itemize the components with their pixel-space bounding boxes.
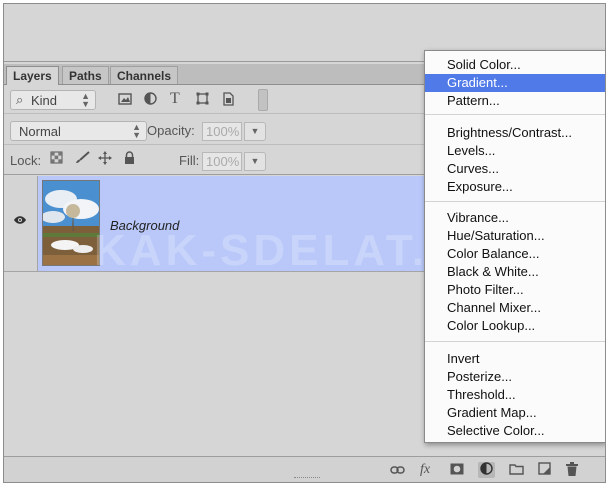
menu-item-invert[interactable]: Invert [425, 350, 605, 368]
layer-visibility-toggle[interactable] [4, 176, 38, 271]
fill-field[interactable]: 100% [202, 152, 242, 171]
search-icon: ⌕ [16, 92, 24, 107]
menu-item-channel-mixer[interactable]: Channel Mixer... [425, 299, 605, 317]
menu-item-color-balance[interactable]: Color Balance... [425, 245, 605, 263]
menu-separator [425, 341, 605, 342]
blend-mode-select[interactable]: Normal ▲ ▼ [10, 121, 147, 141]
new-group-icon[interactable] [509, 462, 524, 478]
adjustment-filter-icon[interactable] [144, 92, 157, 108]
lock-all-padlock-icon[interactable] [124, 151, 135, 168]
tab-layers[interactable]: Layers [6, 66, 59, 85]
stepper-arrows-icon: ▲ ▼ [81, 91, 90, 109]
menu-item-threshold[interactable]: Threshold... [425, 386, 605, 404]
stepper-arrows-icon: ▲ ▼ [132, 122, 141, 140]
opacity-dropdown-button[interactable]: ▼ [244, 122, 266, 141]
menu-item-solid-color[interactable]: Solid Color... [425, 56, 605, 74]
fx-icon[interactable]: fx [420, 462, 430, 478]
smart-object-filter-icon[interactable] [222, 92, 235, 109]
tab-channels[interactable]: Channels [110, 66, 179, 84]
image-filter-icon[interactable] [118, 92, 132, 108]
delete-layer-icon[interactable] [566, 462, 578, 479]
menu-item-vibrance[interactable]: Vibrance... [425, 209, 605, 227]
resize-grip[interactable] [294, 477, 320, 482]
lock-transparent-pixels-icon[interactable] [50, 151, 63, 167]
adjustment-layer-menu: Solid Color... Gradient... Pattern... Br… [424, 50, 605, 443]
layers-bottom-toolbar: fx [4, 456, 605, 482]
layer-thumbnail-image [42, 180, 100, 266]
menu-item-gradient-map[interactable]: Gradient Map... [425, 404, 605, 422]
shape-filter-icon[interactable] [196, 92, 209, 108]
menu-item-brightness-contrast[interactable]: Brightness/Contrast... [425, 124, 605, 142]
menu-item-curves[interactable]: Curves... [425, 160, 605, 178]
eye-icon [14, 216, 26, 224]
blend-mode-value: Normal [19, 124, 61, 139]
new-layer-icon[interactable] [538, 462, 551, 478]
lock-position-move-icon[interactable] [98, 151, 112, 168]
new-adjustment-layer-icon[interactable] [478, 462, 495, 478]
kind-filter-label: Kind [31, 93, 58, 108]
fill-dropdown-button[interactable]: ▼ [244, 152, 266, 171]
menu-item-posterize[interactable]: Posterize... [425, 368, 605, 386]
opacity-field[interactable]: 100% [202, 122, 242, 141]
menu-item-photo-filter[interactable]: Photo Filter... [425, 281, 605, 299]
link-layers-icon[interactable] [390, 462, 405, 478]
menu-separator [425, 114, 605, 115]
layers-panel-window: Layers Paths Channels ⌕ Kind ▲ ▼ T Normal… [3, 3, 606, 483]
type-filter-icon[interactable]: T [170, 90, 180, 108]
tab-paths[interactable]: Paths [62, 66, 109, 84]
menu-item-color-lookup[interactable]: Color Lookup... [425, 317, 605, 335]
add-mask-icon[interactable] [450, 462, 464, 478]
opacity-label: Opacity: [147, 123, 195, 138]
menu-separator [425, 201, 605, 202]
lock-label: Lock: [10, 153, 42, 168]
menu-item-levels[interactable]: Levels... [425, 142, 605, 160]
lock-image-pixels-brush-icon[interactable] [74, 151, 90, 167]
kind-filter-select[interactable]: ⌕ Kind ▲ ▼ [10, 90, 96, 110]
menu-item-selective-color[interactable]: Selective Color... [425, 422, 605, 440]
menu-item-black-white[interactable]: Black & White... [425, 263, 605, 281]
menu-item-pattern[interactable]: Pattern... [425, 92, 605, 110]
menu-item-hue-saturation[interactable]: Hue/Saturation... [425, 227, 605, 245]
menu-item-gradient[interactable]: Gradient... [425, 74, 605, 92]
fill-label: Fill: [179, 153, 200, 168]
menu-item-exposure[interactable]: Exposure... [425, 178, 605, 196]
filter-toggle-switch[interactable] [258, 89, 268, 111]
